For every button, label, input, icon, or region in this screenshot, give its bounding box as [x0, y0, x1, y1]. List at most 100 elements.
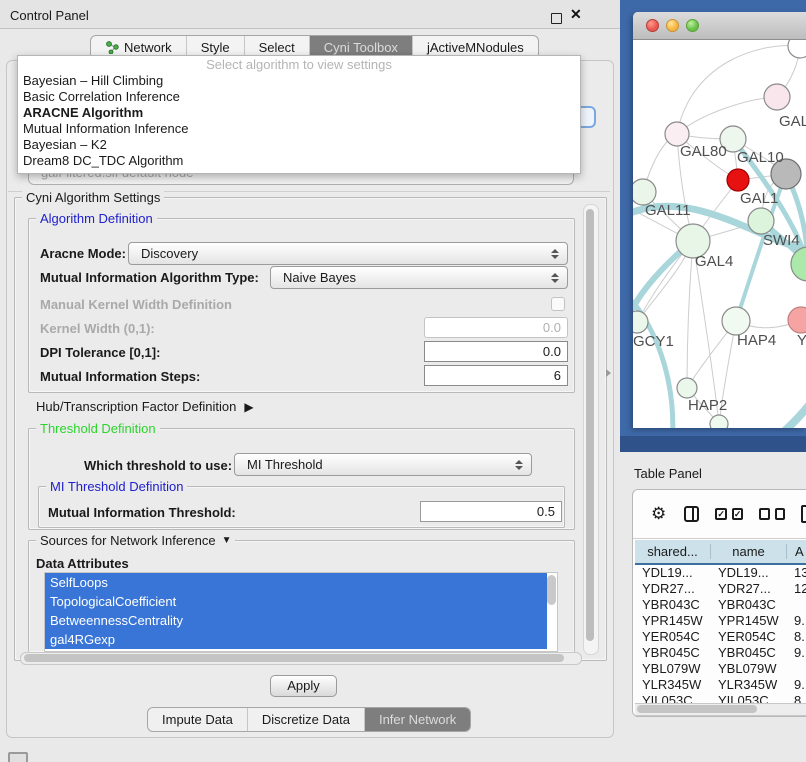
dropdown-item[interactable]: Basic Correlation Inference — [18, 89, 580, 105]
kernel-width-label: Kernel Width (0,1): — [40, 321, 155, 336]
node-label: HAP2 — [688, 397, 727, 414]
data-attributes-label: Data Attributes — [36, 556, 129, 571]
network-node[interactable] — [722, 307, 750, 335]
bottom-tabbar: Impute Data Discretize Data Infer Networ… — [147, 707, 471, 732]
aracne-mode-combo[interactable]: Discovery — [128, 242, 568, 265]
mi-threshold-field[interactable]: 0.5 — [420, 501, 562, 522]
dropdown-placeholder: Select algorithm to view settings — [18, 56, 580, 73]
table-toolbar: ⚙ ✓ ✓ — [633, 490, 806, 539]
network-node[interactable] — [677, 378, 697, 398]
close-icon[interactable]: ✕ — [570, 6, 582, 23]
node-label: HAP4 — [737, 332, 776, 349]
settings-vertical-scrollbar[interactable] — [583, 204, 599, 655]
scrollbar-thumb[interactable] — [24, 654, 564, 662]
algorithm-definition-legend: Algorithm Definition — [36, 211, 157, 226]
node-label: Y — [797, 332, 806, 349]
dropdown-item-selected[interactable]: ARACNE Algorithm — [18, 105, 580, 121]
data-attributes-list: SelfLoops TopologicalCoefficient Between… — [44, 572, 558, 652]
node-label: GAL11 — [645, 202, 691, 219]
table-row[interactable]: YBL079WYBL079W — [635, 661, 806, 677]
network-node[interactable] — [788, 307, 806, 333]
table-row[interactable]: YPR145WYPR145W9. — [635, 613, 806, 629]
gear-icon[interactable]: ⚙ — [651, 504, 666, 524]
list-item[interactable]: SelfLoops — [45, 573, 547, 592]
minimize-traffic-light[interactable] — [666, 19, 679, 32]
new-table-icon[interactable] — [801, 505, 806, 523]
table-row[interactable]: YDL19...YDL19...13 — [635, 565, 806, 581]
table-body: YDL19...YDL19...13 YDR27...YDR27...12 YB… — [635, 565, 806, 709]
select-all-checkbox-icon[interactable]: ✓ — [732, 508, 744, 520]
column-header[interactable]: name — [711, 544, 787, 559]
splitter-collapse-arrow[interactable] — [606, 369, 611, 377]
cyni-settings-legend: Cyni Algorithm Settings — [22, 190, 164, 205]
table-row[interactable]: YBR043CYBR043C — [635, 597, 806, 613]
node-label: GAL10 — [737, 149, 784, 166]
algorithm-dropdown-popup: Select algorithm to view settings Bayesi… — [17, 55, 581, 174]
table-row[interactable]: YBR045CYBR045C9. — [635, 645, 806, 661]
dpi-tolerance-label: DPI Tolerance [0,1]: — [40, 345, 160, 360]
network-tab-icon — [105, 41, 119, 54]
dropdown-item[interactable]: Bayesian – K2 — [18, 137, 580, 153]
select-all-checkbox-icon[interactable]: ✓ — [715, 508, 727, 520]
table-row[interactable]: YLR345WYLR345W9. — [635, 677, 806, 693]
network-window-titlebar — [633, 12, 806, 40]
network-node-selected[interactable] — [727, 169, 749, 191]
network-window: GAL GAL80 GAL10 GAL1 GAL11 SWI4 GAL4 GCY… — [633, 12, 806, 428]
mi-type-label: Mutual Information Algorithm Type: — [40, 270, 259, 285]
network-node[interactable] — [633, 311, 648, 333]
network-node[interactable] — [748, 208, 774, 234]
table-horizontal-scrollbar[interactable] — [635, 703, 806, 716]
node-label: GAL — [779, 113, 806, 130]
sources-legend[interactable]: Sources for Network Inference ▼ — [36, 533, 235, 548]
column-header[interactable]: shared... — [635, 544, 711, 559]
mi-type-combo[interactable]: Naive Bayes — [270, 266, 568, 289]
list-item[interactable]: gal4RGexp — [45, 630, 547, 649]
list-scrollbar-thumb[interactable] — [547, 575, 556, 605]
network-canvas[interactable]: GAL GAL80 GAL10 GAL1 GAL11 SWI4 GAL4 GCY… — [633, 40, 806, 428]
column-layout-icon[interactable] — [684, 506, 699, 522]
deselect-checkbox-icon[interactable] — [759, 508, 769, 520]
control-panel-titlebar: Control Panel ✕ — [0, 0, 620, 29]
manual-kernel-checkbox[interactable] — [551, 297, 565, 311]
list-item[interactable]: BetweennessCentrality — [45, 611, 547, 630]
mi-threshold-legend: MI Threshold Definition — [46, 479, 187, 494]
combo-stepper-icon — [515, 460, 523, 470]
table-header-row: shared... name A — [635, 540, 806, 565]
apply-button[interactable]: Apply — [270, 675, 337, 697]
node-label: GAL80 — [680, 143, 727, 160]
screen: Control Panel ✕ Network Style Select Cyn… — [0, 0, 806, 762]
network-view-background-strip — [620, 436, 806, 452]
dpi-tolerance-field[interactable]: 0.0 — [424, 341, 568, 362]
scrollbar-thumb[interactable] — [586, 209, 594, 641]
tab-impute-data[interactable]: Impute Data — [148, 708, 247, 731]
list-item[interactable]: TopologicalCoefficient — [45, 592, 547, 611]
which-threshold-label: Which threshold to use: — [84, 458, 232, 473]
tab-infer-network[interactable]: Infer Network — [364, 708, 470, 731]
table-row[interactable]: YDR27...YDR27...12 — [635, 581, 806, 597]
node-label: GAL1 — [740, 190, 778, 207]
close-traffic-light[interactable] — [646, 19, 659, 32]
dropdown-item[interactable]: Dream8 DC_TDC Algorithm — [18, 153, 580, 169]
dropdown-item[interactable]: Bayesian – Hill Climbing — [18, 73, 580, 89]
node-label: SWI4 — [763, 232, 800, 249]
table-row[interactable]: YER054CYER054C8. — [635, 629, 806, 645]
collapse-down-icon: ▼ — [222, 533, 232, 548]
deselect-checkbox-icon[interactable] — [775, 508, 785, 520]
which-threshold-combo[interactable]: MI Threshold — [234, 453, 532, 476]
zoom-traffic-light[interactable] — [686, 19, 699, 32]
combo-stepper-icon — [551, 273, 559, 283]
threshold-definition-legend: Threshold Definition — [36, 421, 160, 436]
mi-steps-field[interactable]: 6 — [424, 365, 568, 386]
minimized-panel-icon[interactable] — [8, 752, 28, 762]
settings-horizontal-scrollbar[interactable] — [20, 652, 582, 665]
network-node[interactable] — [710, 415, 728, 428]
hub-definition-expander[interactable]: Hub/Transcription Factor Definition ▶ — [36, 399, 254, 414]
tab-discretize-data[interactable]: Discretize Data — [247, 708, 364, 731]
network-node[interactable] — [788, 40, 806, 58]
kernel-width-field[interactable]: 0.0 — [424, 317, 568, 338]
column-header[interactable]: A — [787, 544, 806, 559]
network-node[interactable] — [764, 84, 790, 110]
scrollbar-thumb[interactable] — [637, 705, 757, 713]
float-window-icon[interactable] — [551, 13, 562, 24]
dropdown-item[interactable]: Mutual Information Inference — [18, 121, 580, 137]
